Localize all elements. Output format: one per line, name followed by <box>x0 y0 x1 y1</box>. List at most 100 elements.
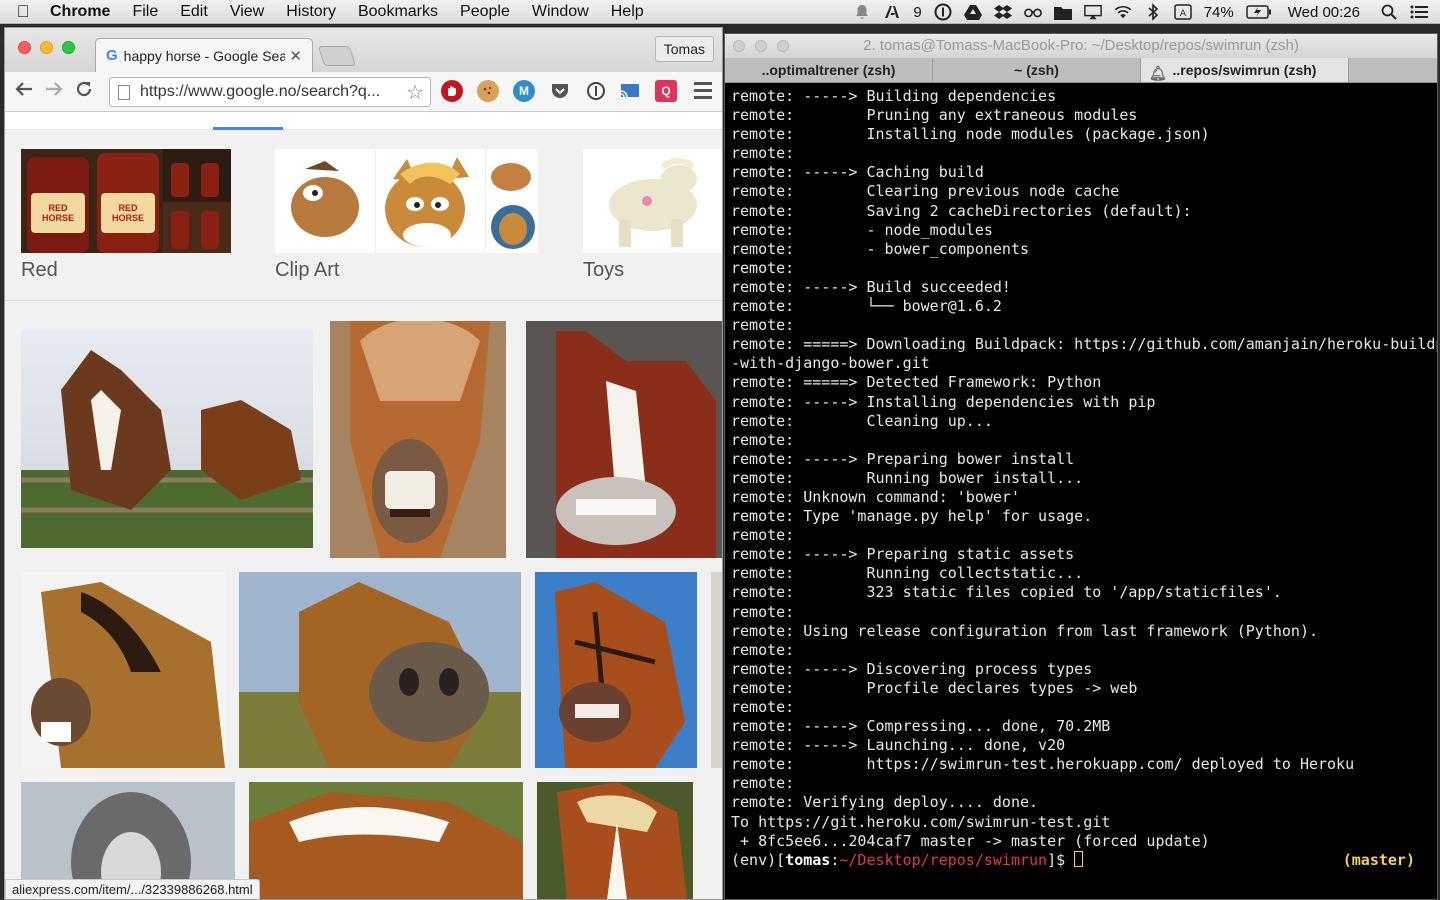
result-image-tan-horse-snow[interactable] <box>21 572 225 768</box>
back-arrow-icon[interactable] <box>9 80 39 103</box>
terminal-line: remote: Using release configuration from… <box>731 621 1318 640</box>
result-image-bridled-horse[interactable] <box>535 572 697 768</box>
terminal-line: remote: -----> Caching build <box>731 163 984 182</box>
terminal-zoom-button[interactable] <box>777 40 789 52</box>
svg-text:RED: RED <box>118 203 138 213</box>
terminal-line: remote: -----> Preparing bower install <box>731 449 1075 468</box>
cast-extension-icon[interactable] <box>619 80 641 102</box>
terminal-line: remote: -----> Building dependencies <box>731 87 1057 105</box>
adobe-icon[interactable] <box>883 4 901 20</box>
category-red[interactable]: RED HORSE RED HORSE Red <box>21 149 231 282</box>
result-image-laughing-pony[interactable] <box>330 321 506 558</box>
browser-tab[interactable]: G happy horse - Google Sear ✕ <box>95 38 313 72</box>
list-icon[interactable] <box>1410 4 1428 20</box>
chrome-titlebar[interactable]: G happy horse - Google Sear ✕ Tomas <box>5 28 722 72</box>
terminal-close-button[interactable] <box>733 40 745 52</box>
category-red-label: Red <box>21 259 58 281</box>
menu-bookmarks[interactable]: Bookmarks <box>347 3 449 21</box>
apple-menu-icon[interactable]:  <box>0 2 46 22</box>
toy-horse-image <box>583 149 722 253</box>
drive-icon[interactable] <box>963 4 982 20</box>
terminal-output[interactable]: remote: -----> Building dependencies remo… <box>725 84 1437 899</box>
terminal-line: remote: <box>731 602 795 621</box>
category-toys-label: Toys <box>583 259 625 281</box>
terminal-line: remote: <box>731 316 795 335</box>
result-image-horses-fence[interactable] <box>21 330 313 548</box>
onepassword-extension-icon[interactable] <box>585 80 607 102</box>
terminal-titlebar[interactable]: 2. tomas@Tomass-MacBook-Pro: ~/Desktop/r… <box>725 34 1437 58</box>
terminal-line: remote: =====> Detected Framework: Pytho… <box>731 373 1102 392</box>
terminal-line: remote: =====> Downloading Buildpack: ht… <box>731 335 1437 354</box>
terminal-line: remote: <box>731 144 795 163</box>
menu-history[interactable]: History <box>275 3 347 21</box>
svg-text:HORSE: HORSE <box>112 213 144 223</box>
spotlight-icon[interactable] <box>1380 4 1398 20</box>
result-image-horse-closeup[interactable] <box>239 572 521 768</box>
menu-people[interactable]: People <box>449 3 521 21</box>
terminal-line: remote: Running bower install... <box>731 468 1084 487</box>
result-image-blonde-mane-horse[interactable] <box>537 782 693 900</box>
menu-view[interactable]: View <box>219 3 275 21</box>
page-content: RED HORSE RED HORSE Red Clip Art Toys al… <box>5 112 723 900</box>
result-image-smiling-horse[interactable] <box>526 321 722 558</box>
reload-icon[interactable] <box>69 80 99 104</box>
search-tabs-strip <box>5 112 722 130</box>
terminal-line: remote: Unknown command: 'bower' <box>731 487 1020 506</box>
terminal-minimize-button[interactable] <box>755 40 767 52</box>
bookmark-star-icon[interactable]: ☆ <box>406 80 424 105</box>
terminal-tab-bar: ..optimaltrener (zsh) ~ (zsh) 🔔︎ ..repos… <box>725 58 1437 83</box>
category-clip-art[interactable]: Clip Art <box>275 149 538 282</box>
m-extension-icon[interactable]: M <box>513 80 535 102</box>
onepassword-icon[interactable] <box>934 3 952 21</box>
bell-icon: 🔔︎ <box>1149 65 1167 81</box>
clock[interactable]: Wed 00:26 <box>1288 4 1360 21</box>
minimize-window-button[interactable] <box>40 41 53 54</box>
red-horse-beer-image: RED HORSE RED HORSE <box>21 149 231 253</box>
glasses-icon[interactable] <box>1023 4 1042 20</box>
terminal-line: remote: Pruning any extraneous modules <box>731 106 1138 125</box>
close-window-button[interactable] <box>18 41 31 54</box>
terminal-line: remote: <box>731 640 795 659</box>
profile-button[interactable]: Tomas <box>654 36 714 62</box>
address-bar[interactable]: https://www.google.no/search?q... ☆ <box>109 77 431 107</box>
terminal-line: remote: -----> Launching... done, v20 <box>731 736 1066 755</box>
keyboard-icon[interactable]: A <box>1173 4 1192 20</box>
menu-file[interactable]: File <box>121 3 169 21</box>
cookie-extension-icon[interactable] <box>477 80 499 102</box>
forward-arrow-icon[interactable] <box>39 80 69 103</box>
category-clip-art-label: Clip Art <box>275 259 340 281</box>
bell-icon[interactable] <box>853 4 871 20</box>
category-toys[interactable]: Toys <box>583 149 722 282</box>
result-image-blaze-horse[interactable] <box>249 782 523 900</box>
menu-window[interactable]: Window <box>521 3 600 21</box>
menu-app-name[interactable]: Chrome <box>46 3 121 21</box>
ublock-extension-icon[interactable] <box>441 80 463 102</box>
terminal-window: 2. tomas@Tomass-MacBook-Pro: ~/Desktop/r… <box>724 33 1438 900</box>
zoom-window-button[interactable] <box>62 41 75 54</box>
svg-text:HORSE: HORSE <box>42 213 74 223</box>
close-tab-icon[interactable]: ✕ <box>289 47 302 65</box>
menu-icon[interactable] <box>694 82 712 100</box>
menu-edit[interactable]: Edit <box>169 3 219 21</box>
result-image-partial[interactable] <box>711 572 723 768</box>
bluetooth-icon[interactable] <box>1144 3 1162 21</box>
pocket-extension-icon[interactable] <box>549 80 571 102</box>
dropbox-icon[interactable] <box>993 4 1012 20</box>
prompt-env: (env)[ <box>731 850 786 869</box>
q-extension-icon[interactable]: Q <box>655 80 677 102</box>
new-tab-button[interactable] <box>317 46 357 66</box>
terminal-tab-optimaltrener[interactable]: ..optimaltrener (zsh) <box>725 58 933 82</box>
terminal-line: remote: └── bower@1.6.2 <box>731 297 1002 316</box>
terminal-line: -with-django-bower.git <box>731 354 930 373</box>
airplay-icon[interactable] <box>1083 4 1102 20</box>
git-branch: (master) <box>1342 850 1415 869</box>
folder-icon[interactable] <box>1053 4 1072 20</box>
menu-help[interactable]: Help <box>600 3 655 21</box>
terminal-tab-swimrun[interactable]: 🔔︎ ..repos/swimrun (zsh) <box>1141 58 1349 82</box>
svg-text:A: A <box>1180 9 1187 19</box>
terminal-prompt: (env)[tomas:~/Desktop/repos/swimrun]$ (m… <box>731 850 1437 870</box>
divider <box>5 300 722 301</box>
battery-icon[interactable] <box>1245 4 1272 20</box>
terminal-tab-home[interactable]: ~ (zsh) <box>933 58 1141 82</box>
wifi-icon[interactable] <box>1114 4 1132 20</box>
